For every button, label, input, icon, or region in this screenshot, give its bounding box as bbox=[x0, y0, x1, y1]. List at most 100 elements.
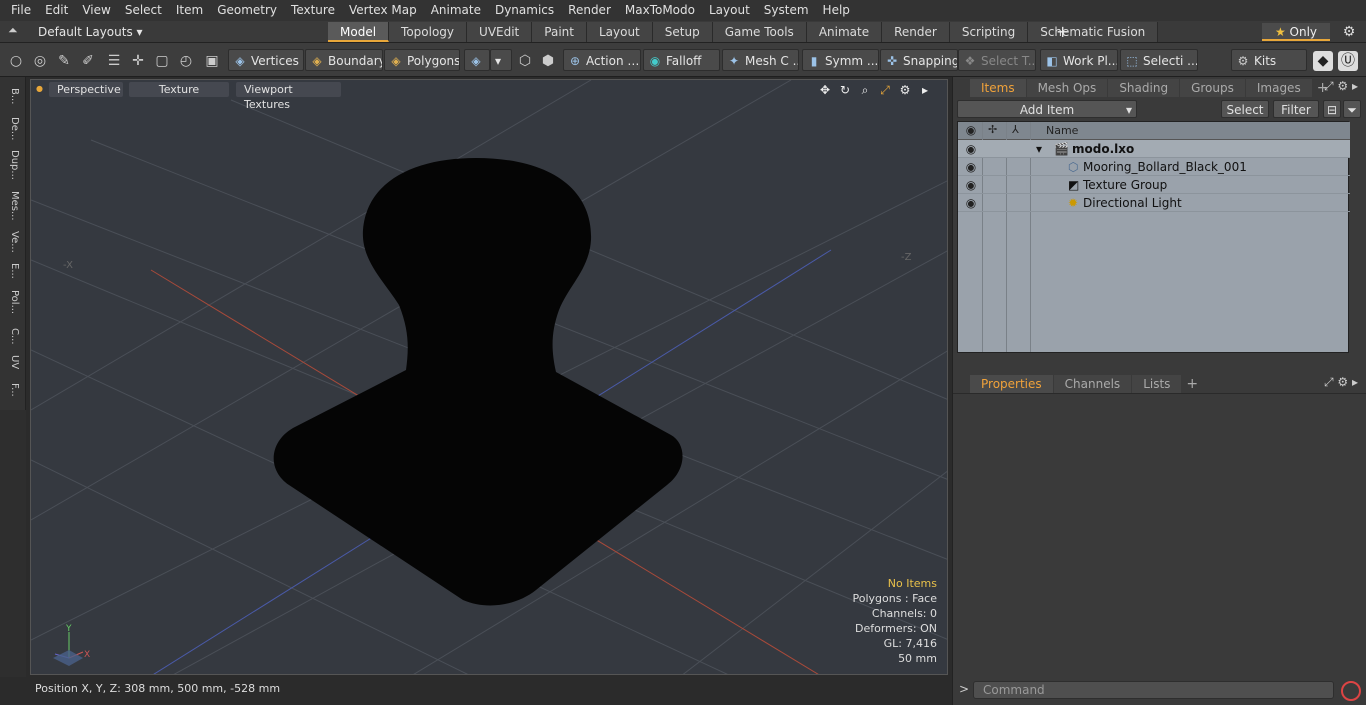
snap-cube-icon[interactable]: ⬢ bbox=[538, 51, 558, 71]
eye-icon[interactable]: ◉ bbox=[963, 194, 979, 212]
left-tab-vertex[interactable]: Ve... bbox=[4, 227, 20, 257]
panel-expand-gear-icon[interactable]: ⤢ ⚙ ▸ bbox=[1324, 79, 1358, 94]
lock-icon[interactable]: ✢ bbox=[988, 123, 997, 136]
work-plane-button[interactable]: ◧ Work Pl... bbox=[1040, 49, 1118, 71]
polygons-button[interactable]: ◈ Polygons bbox=[384, 49, 460, 71]
left-tab-deform[interactable]: De... bbox=[4, 111, 20, 147]
zoom-icon[interactable]: ⌕ bbox=[857, 82, 873, 98]
tab-groups[interactable]: Groups bbox=[1180, 79, 1245, 97]
left-tab-polygon[interactable]: Pol... bbox=[4, 283, 20, 321]
falloff-button[interactable]: ◉ Falloff bbox=[643, 49, 720, 71]
clock-icon[interactable]: ◴ bbox=[176, 51, 196, 71]
left-tab-mesh-edit[interactable]: Mes... bbox=[4, 185, 20, 227]
transform-icon[interactable]: ✛ bbox=[128, 51, 148, 71]
panel-expand-gear-icon[interactable]: ⤢ ⚙ ▸ bbox=[1324, 375, 1358, 390]
tab-animate[interactable]: Animate bbox=[806, 22, 883, 42]
mesh-constraint-button[interactable]: ✦ Mesh C ... bbox=[722, 49, 799, 71]
tab-uvedit[interactable]: UVEdit bbox=[467, 22, 533, 42]
funnel-icon[interactable]: ⏷ bbox=[1343, 100, 1361, 118]
tab-topology[interactable]: Topology bbox=[389, 22, 468, 42]
menu-layout[interactable]: Layout bbox=[702, 0, 757, 21]
left-tab-basic[interactable]: B... bbox=[4, 83, 20, 109]
menu-dynamics[interactable]: Dynamics bbox=[488, 0, 561, 21]
gear-icon[interactable]: ⚙ bbox=[1338, 23, 1360, 41]
selection-sets-button[interactable]: ⬚ Selecti ... bbox=[1120, 49, 1198, 71]
left-tab-uv[interactable]: UV bbox=[4, 351, 20, 373]
rotate-icon[interactable]: ↻ bbox=[837, 82, 853, 98]
tab-setup[interactable]: Setup bbox=[652, 22, 713, 42]
pen-icon[interactable]: ✎ bbox=[54, 51, 74, 71]
eye-icon[interactable]: ◉ bbox=[963, 140, 979, 158]
viewport-gear-icon[interactable]: ⚙ bbox=[897, 82, 913, 98]
left-tab-fusion[interactable]: F... bbox=[4, 375, 20, 405]
tree-row-light[interactable]: ◉ ✹ Directional Light bbox=[958, 194, 1350, 212]
tab-scripting[interactable]: Scripting bbox=[949, 22, 1029, 42]
texture-button[interactable]: Texture bbox=[129, 82, 229, 97]
move-icon[interactable]: ✥ bbox=[817, 82, 833, 98]
add-tab-plus-icon[interactable]: + bbox=[1056, 21, 1069, 43]
tab-mesh-ops[interactable]: Mesh Ops bbox=[1026, 79, 1108, 97]
tab-items[interactable]: Items bbox=[970, 79, 1026, 97]
record-macro-icon[interactable] bbox=[1341, 681, 1361, 701]
visibility-eye-icon[interactable]: ◉ bbox=[963, 123, 979, 137]
snapping-button[interactable]: ✜ Snapping bbox=[880, 49, 958, 71]
menu-item[interactable]: Item bbox=[169, 0, 210, 21]
maximize-icon[interactable]: ⤢ bbox=[877, 82, 893, 98]
perspective-button[interactable]: Perspective bbox=[49, 82, 123, 97]
tab-properties[interactable]: Properties bbox=[970, 375, 1053, 393]
left-tab-curve[interactable]: C... bbox=[4, 323, 20, 349]
tab-model[interactable]: Model bbox=[328, 22, 390, 42]
menu-geometry[interactable]: Geometry bbox=[210, 0, 284, 21]
menu-texture[interactable]: Texture bbox=[284, 0, 342, 21]
tab-shading[interactable]: Shading bbox=[1108, 79, 1180, 97]
left-tab-duplicate[interactable]: Dup... bbox=[4, 147, 20, 183]
layout-up-icon[interactable]: ⏶ bbox=[8, 23, 18, 38]
layout-dropdown[interactable]: Default Layouts ▾ bbox=[28, 23, 153, 41]
menu-edit[interactable]: Edit bbox=[38, 0, 75, 21]
tab-images[interactable]: Images bbox=[1245, 79, 1312, 97]
tree-row-mesh[interactable]: ◉ ⬡ Mooring_Bollard_Black_001 bbox=[958, 158, 1350, 176]
menu-render[interactable]: Render bbox=[561, 0, 618, 21]
only-button[interactable]: ★ Only bbox=[1262, 23, 1330, 41]
tree-row-scene[interactable]: ◉ ▾ 🎬 modo.lxo bbox=[958, 140, 1350, 158]
collapse-icon[interactable]: ⊟ bbox=[1323, 100, 1341, 118]
3d-viewport[interactable]: -X -Z Y X ● Perspective Texture Viewport … bbox=[30, 79, 948, 675]
viewport-textures-button[interactable]: Viewport Textures bbox=[236, 82, 341, 111]
kits-button[interactable]: ⚙ Kits bbox=[1231, 49, 1307, 71]
unreal-icon[interactable]: Ⓤ bbox=[1338, 51, 1358, 71]
tab-channels[interactable]: Channels bbox=[1053, 375, 1132, 393]
dropdown-button[interactable]: ▾ bbox=[490, 49, 512, 71]
vertices-button[interactable]: ◈ Vertices bbox=[228, 49, 304, 71]
action-button[interactable]: ⊕ Action … bbox=[563, 49, 641, 71]
menu-animate[interactable]: Animate bbox=[424, 0, 488, 21]
brush-icon[interactable]: ✐ bbox=[78, 51, 98, 71]
menu-select[interactable]: Select bbox=[118, 0, 169, 21]
tab-render[interactable]: Render bbox=[882, 22, 950, 42]
expand-arrow-icon[interactable]: ▾ bbox=[1036, 140, 1042, 158]
align-icon[interactable]: ☰ bbox=[104, 51, 124, 71]
circle-select-icon[interactable]: ○ bbox=[6, 51, 26, 71]
symmetry-button[interactable]: ▮ Symm ... bbox=[802, 49, 879, 71]
tree-row-texture-group[interactable]: ◉ ◩ Texture Group bbox=[958, 176, 1350, 194]
filter-button[interactable]: Filter bbox=[1273, 100, 1319, 118]
menu-system[interactable]: System bbox=[757, 0, 816, 21]
square-icon[interactable]: ▢ bbox=[152, 51, 172, 71]
add-item-button[interactable]: Add Item ▾ bbox=[957, 100, 1137, 118]
boundary-button[interactable]: ◈ Boundary bbox=[305, 49, 383, 71]
eye-icon[interactable]: ◉ bbox=[963, 176, 979, 194]
axis-icon[interactable]: ⅄ bbox=[1012, 123, 1019, 136]
menu-maxtomodo[interactable]: MaxToModo bbox=[618, 0, 702, 21]
cube-solid-icon[interactable]: ▣ bbox=[202, 51, 222, 71]
add-tab-icon[interactable]: + bbox=[1186, 376, 1198, 392]
globe-icon[interactable]: ◎ bbox=[30, 51, 50, 71]
eye-icon[interactable]: ◉ bbox=[963, 158, 979, 176]
name-column-header[interactable]: Name bbox=[1046, 124, 1078, 137]
select-through-button[interactable]: ❖ Select T... bbox=[958, 49, 1036, 71]
tab-schematic-fusion[interactable]: Schematic Fusion bbox=[1028, 22, 1159, 42]
menu-help[interactable]: Help bbox=[816, 0, 857, 21]
command-input[interactable]: Command bbox=[973, 681, 1334, 699]
symmetry-cube-icon[interactable]: ⬡ bbox=[515, 51, 535, 71]
material-cube-button[interactable]: ◈ bbox=[464, 49, 490, 71]
menu-file[interactable]: File bbox=[4, 0, 38, 21]
menu-view[interactable]: View bbox=[75, 0, 117, 21]
